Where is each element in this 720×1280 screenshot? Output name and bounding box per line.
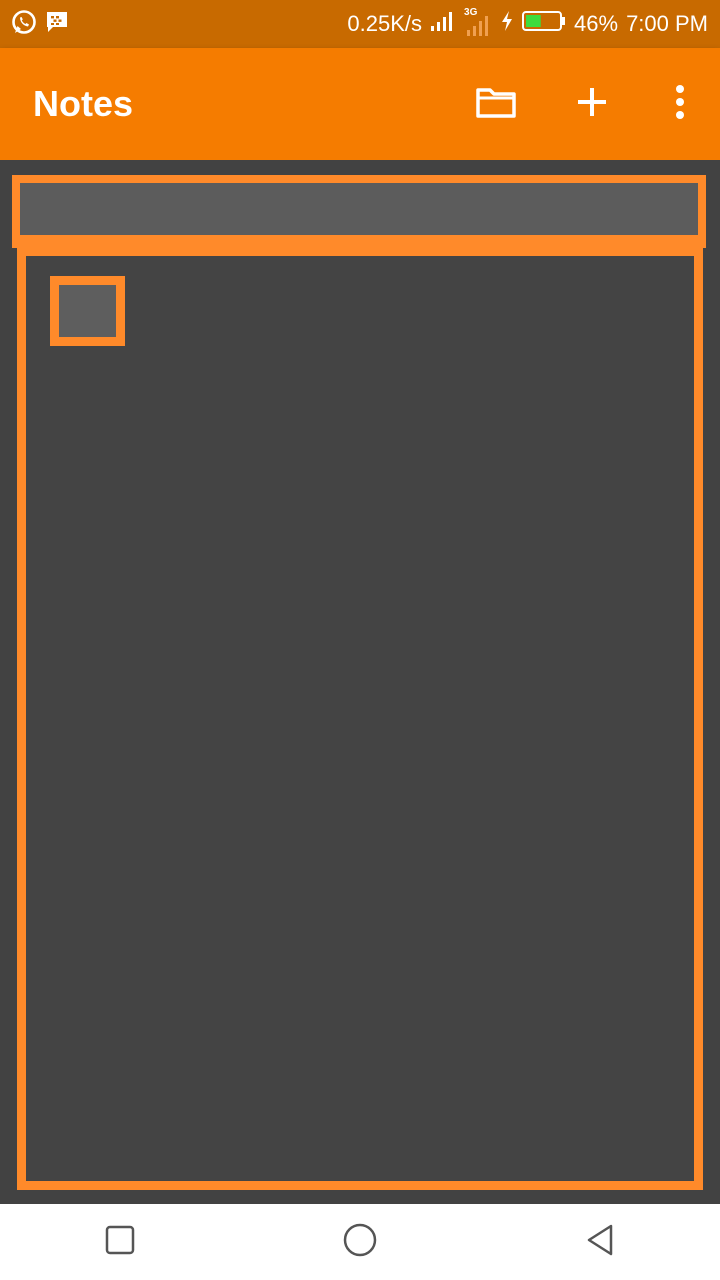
battery-percent: 46% <box>574 11 619 36</box>
home-button[interactable] <box>300 1204 420 1280</box>
battery-icon <box>522 10 566 38</box>
app-bar: Notes <box>0 48 720 160</box>
signal-3g-icon: 3G <box>464 7 492 37</box>
charging-bolt-icon <box>500 10 514 38</box>
bbm-icon <box>44 9 70 40</box>
network-speed: 0.25K/s <box>347 11 423 36</box>
more-options-button[interactable] <box>640 48 720 160</box>
add-icon <box>576 86 608 123</box>
more-vert-icon <box>675 84 685 125</box>
folder-button[interactable] <box>448 48 544 160</box>
notification-icons <box>0 8 70 41</box>
note-title-underline <box>20 183 698 240</box>
back-triangle-icon <box>585 1223 615 1262</box>
folder-icon <box>475 85 517 124</box>
status-indicators: 0.25K/s 3G 46% 7:00 PM <box>347 7 720 38</box>
recents-button[interactable] <box>60 1204 180 1280</box>
recents-square-icon <box>105 1225 135 1260</box>
note-item-placeholder[interactable] <box>50 276 125 346</box>
note-title-field[interactable] <box>12 175 706 248</box>
status-bar: 0.25K/s 3G 46% 7:00 PM <box>0 0 720 48</box>
app-bar-actions <box>448 48 720 160</box>
whatsapp-icon <box>10 8 38 41</box>
notes-content <box>0 160 720 1204</box>
clock: 7:00 PM <box>626 11 708 36</box>
back-button[interactable] <box>540 1204 660 1280</box>
navigation-bar <box>0 1204 720 1280</box>
page-title: Notes <box>33 83 134 124</box>
signal-icon <box>430 10 456 38</box>
add-note-button[interactable] <box>544 48 640 160</box>
notes-list-area[interactable] <box>17 248 703 1190</box>
home-circle-icon <box>343 1223 377 1262</box>
